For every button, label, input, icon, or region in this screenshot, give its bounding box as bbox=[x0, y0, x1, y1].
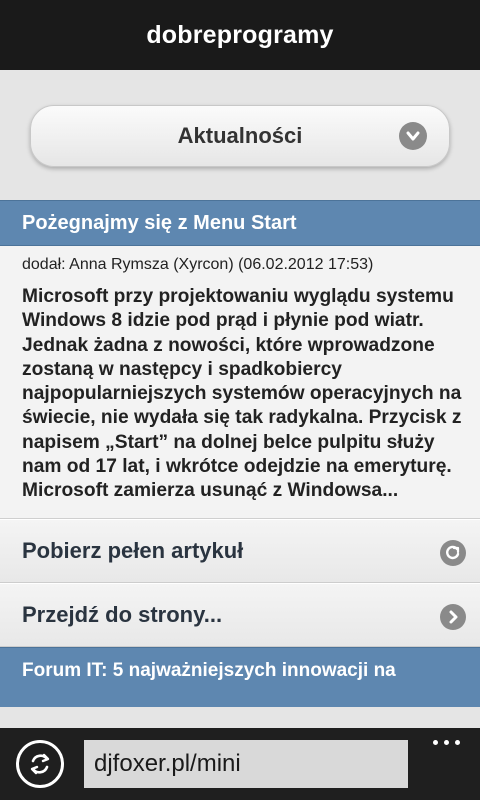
app-header: dobreprogramy bbox=[0, 0, 480, 70]
refresh-icon[interactable] bbox=[16, 740, 64, 788]
browser-app-bar: djfoxer.pl/mini bbox=[0, 728, 480, 800]
more-icon[interactable] bbox=[428, 732, 464, 752]
next-article-title[interactable]: Forum IT: 5 najważniejszych innowacji na bbox=[0, 646, 480, 707]
more-dot bbox=[432, 739, 438, 745]
download-arrow-icon bbox=[440, 539, 466, 566]
category-select[interactable]: Aktualności bbox=[30, 105, 450, 167]
more-dot bbox=[454, 739, 460, 745]
chevron-down-icon bbox=[399, 122, 427, 150]
app-title: dobreprogramy bbox=[146, 20, 334, 49]
more-dot bbox=[443, 739, 449, 745]
go-to-page-button[interactable]: Przejdź do strony... bbox=[0, 582, 480, 647]
go-to-page-label: Przejdź do strony... bbox=[22, 601, 223, 627]
article-summary: Microsoft przy projektowaniu wyglądu sys… bbox=[22, 286, 462, 502]
article-meta: dodał: Anna Rymsza (Xyrcon) (06.02.2012 … bbox=[22, 256, 374, 273]
full-article-label: Pobierz pełen artykuł bbox=[22, 537, 244, 563]
full-article-button[interactable]: Pobierz pełen artykuł bbox=[0, 518, 480, 583]
chevron-right-icon bbox=[440, 603, 466, 630]
article-title: Pożegnajmy się z Menu Start bbox=[0, 200, 480, 246]
category-select-label: Aktualności bbox=[177, 123, 303, 148]
category-select-wrap: Aktualności bbox=[0, 70, 480, 200]
article-body: dodał: Anna Rymsza (Xyrcon) (06.02.2012 … bbox=[0, 246, 480, 519]
content-scroll[interactable]: Aktualności Pożegnajmy się z Menu Start … bbox=[0, 70, 480, 728]
address-bar[interactable]: djfoxer.pl/mini bbox=[84, 740, 408, 788]
